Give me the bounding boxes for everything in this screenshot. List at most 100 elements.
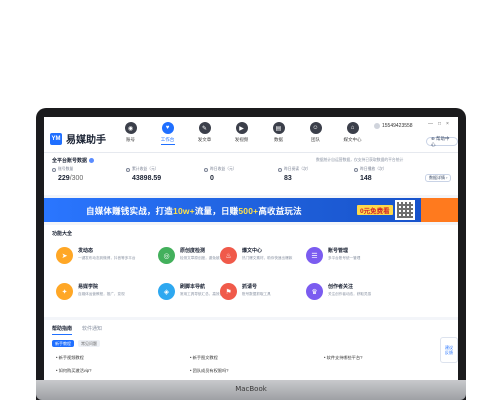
academy-icon: ✦ [56, 283, 73, 300]
nav-item-video[interactable]: ▶ 发视频 [223, 122, 260, 150]
tab-help-guide[interactable]: 帮助指南 [52, 325, 73, 335]
stat-label: 账号数量 [58, 167, 74, 171]
functions-panel: 功能大全 ➤ 发动态 一键发布动态到微博，抖音等多平台 ◎ 原创度检测 检测文章原创… [44, 225, 458, 317]
help-panel: 帮助指南 软件通知 新手教程 常见问题 • 新手视频教程 • 新手图文教程 • … [44, 320, 458, 380]
stat-yesterday-reads: 昨日阅读（次） 83 [278, 167, 311, 182]
stats-note: 数据统计自运营数据，仅支持已获取数据的平台统计 [316, 158, 404, 162]
maximize-button[interactable]: □ [438, 121, 441, 127]
user-phone: 15549423558 [382, 123, 413, 129]
help-link[interactable]: • 团队成员有权限吗? [190, 368, 228, 374]
card-title: 爆文中心 [242, 248, 263, 254]
help-link[interactable]: • 新手图文教程 [190, 355, 218, 361]
ring-icon [278, 167, 282, 172]
card-desc: 自媒体运营教程，推广，变现 [78, 292, 125, 296]
nav-label: 团队 [311, 137, 320, 142]
nav-item-workspace[interactable]: ♥ 工作台 [149, 122, 186, 150]
nav-item-team[interactable]: ☺ 团队 [297, 122, 334, 150]
stat-accounts: 账号数量 229/300 [52, 167, 83, 182]
card-desc: 账号数据抓取工具 [242, 292, 271, 296]
nav-item-data[interactable]: ▤ 数据 [260, 122, 297, 150]
banner-cta-button[interactable]: 0元免费看 [357, 205, 393, 215]
nav-item-media-center[interactable]: ⌂ 媒文中心 [334, 122, 371, 150]
send-icon: ➤ [56, 247, 73, 264]
card-title: 发动态 [78, 248, 94, 254]
stat-yesterday-plays: 昨日播放（次） 148 [354, 167, 387, 182]
app-logo[interactable]: YM 易媒助手 [50, 131, 106, 146]
help-link[interactable]: • 新手视频教程 [56, 355, 84, 361]
help-center-button[interactable]: ⊕ 帮助中心 [426, 136, 458, 147]
stat-sub: /300 [69, 175, 84, 182]
info-icon[interactable] [89, 158, 95, 164]
stat-yesterday-income: 昨日收益（元） 0 [204, 167, 237, 182]
stat-label: 累计收益（元） [132, 167, 159, 171]
stats-title-text: 全平台账号数据 [52, 158, 88, 164]
tab-software-notice[interactable]: 软件通知 [82, 325, 102, 335]
function-card-academy[interactable]: ✦ 易媒学院自媒体运营教程，推广，变现 [56, 283, 148, 313]
banner-highlight-b: 500+ [238, 206, 259, 216]
person-icon: ◉ [124, 122, 137, 134]
help-link[interactable]: • 软件支持哪些平台? [324, 355, 362, 361]
ring-icon [126, 167, 130, 172]
navigation-icon: ◈ [158, 283, 175, 300]
fire-icon: ♨ [220, 247, 237, 264]
function-card-post[interactable]: ➤ 发动态 一键发布动态到微博，抖音等多平台 [56, 247, 148, 277]
stat-total-income: 累计收益（元） 43898.59 [126, 167, 161, 182]
close-button[interactable]: × [446, 121, 449, 127]
avatar [374, 123, 380, 129]
stat-label: 昨日播放（次） [360, 167, 387, 171]
stat-label: 昨日收益（元） [210, 167, 237, 171]
workspace-icon: ♥ [161, 122, 174, 134]
stat-value: 83 [284, 175, 292, 182]
function-card-grab[interactable]: ⚑ 抓请号 账号数据抓取工具 [220, 283, 312, 313]
stat-label: 昨日阅读（次） [284, 167, 311, 171]
card-title: 账号管理 [328, 248, 349, 254]
team-icon: ☺ [309, 122, 322, 134]
function-card-creator[interactable]: ♛ 创作者关注 关注创作者动态，获取灵感 [306, 283, 398, 313]
stat-value: 148 [360, 175, 372, 182]
top-bar: YM 易媒助手 ◉ 账号 ♥ 工作台 ✎ 发文章 ▶ 发视频 ▤ 数据 ☺ 团队… [44, 117, 458, 153]
data-detail-button[interactable]: 数据详情 › [425, 174, 452, 182]
function-card-hot-articles[interactable]: ♨ 爆文中心 热门爆文素材，助你快速出爆款 [220, 247, 312, 277]
nav-label: 发文章 [197, 137, 212, 142]
app-window: YM 易媒助手 ◉ 账号 ♥ 工作台 ✎ 发文章 ▶ 发视频 ▤ 数据 ☺ 团队… [44, 117, 458, 380]
creator-icon: ♛ [306, 283, 323, 300]
laptop-base: MacBook [36, 380, 466, 400]
stats-title: 全平台账号数据 [52, 157, 95, 164]
banner-text: 自媒体赚钱实战，打造10w+流量，日赚500+高收益玩法 [86, 205, 302, 217]
account-icon: ☰ [306, 247, 323, 264]
promo-banner[interactable]: 自媒体赚钱实战，打造10w+流量，日赚500+高收益玩法 0元免费看 [44, 198, 458, 222]
nav-label: 数据 [274, 137, 283, 142]
card-desc: 多平台账号统一管理 [328, 256, 361, 260]
card-title: 创作者关注 [328, 284, 354, 290]
nav-label: 发视频 [234, 137, 249, 142]
logo-icon: YM [50, 132, 62, 145]
main-nav: ◉ 账号 ♥ 工作台 ✎ 发文章 ▶ 发视频 ▤ 数据 ☺ 团队 ⌂ 媒文中心 [112, 122, 371, 150]
ring-icon [354, 167, 358, 172]
ring-icon [52, 167, 56, 172]
banner-decoration [421, 198, 458, 222]
stats-panel: 全平台账号数据 数据统计自运营数据，仅支持已获取数据的平台统计 账号数量 229… [44, 153, 458, 195]
banner-text-b: 流量，日赚 [194, 206, 239, 216]
nav-item-article[interactable]: ✎ 发文章 [186, 122, 223, 150]
function-card-account-manage[interactable]: ☰ 账号管理多平台账号统一管理 [306, 247, 398, 277]
feedback-button[interactable]: 建议 反馈 [440, 337, 458, 363]
nav-label: 账号 [126, 137, 135, 142]
app-name: 易媒助手 [66, 135, 106, 146]
grab-icon: ⚑ [220, 283, 237, 300]
chip-tutorial[interactable]: 新手教程 [52, 340, 74, 347]
device-label: MacBook [235, 385, 267, 393]
card-title: 易媒学院 [78, 284, 99, 290]
nav-label: 工作台 [160, 137, 175, 142]
stat-value: 0 [210, 175, 214, 182]
chip-faq[interactable]: 常见问题 [78, 340, 100, 347]
functions-title: 功能大全 [52, 231, 73, 237]
help-chips: 新手教程 常见问题 [52, 340, 100, 347]
nav-label: 媒文中心 [343, 137, 362, 142]
article-icon: ✎ [198, 122, 211, 134]
help-link[interactable]: • 如何购买激活vip? [56, 368, 91, 374]
minimize-button[interactable]: — [428, 121, 433, 127]
nav-item-account[interactable]: ◉ 账号 [112, 122, 149, 150]
feedback-label: 反馈 [445, 350, 453, 355]
data-icon: ▤ [272, 122, 285, 134]
user-info[interactable]: 15549423558 [374, 123, 413, 129]
